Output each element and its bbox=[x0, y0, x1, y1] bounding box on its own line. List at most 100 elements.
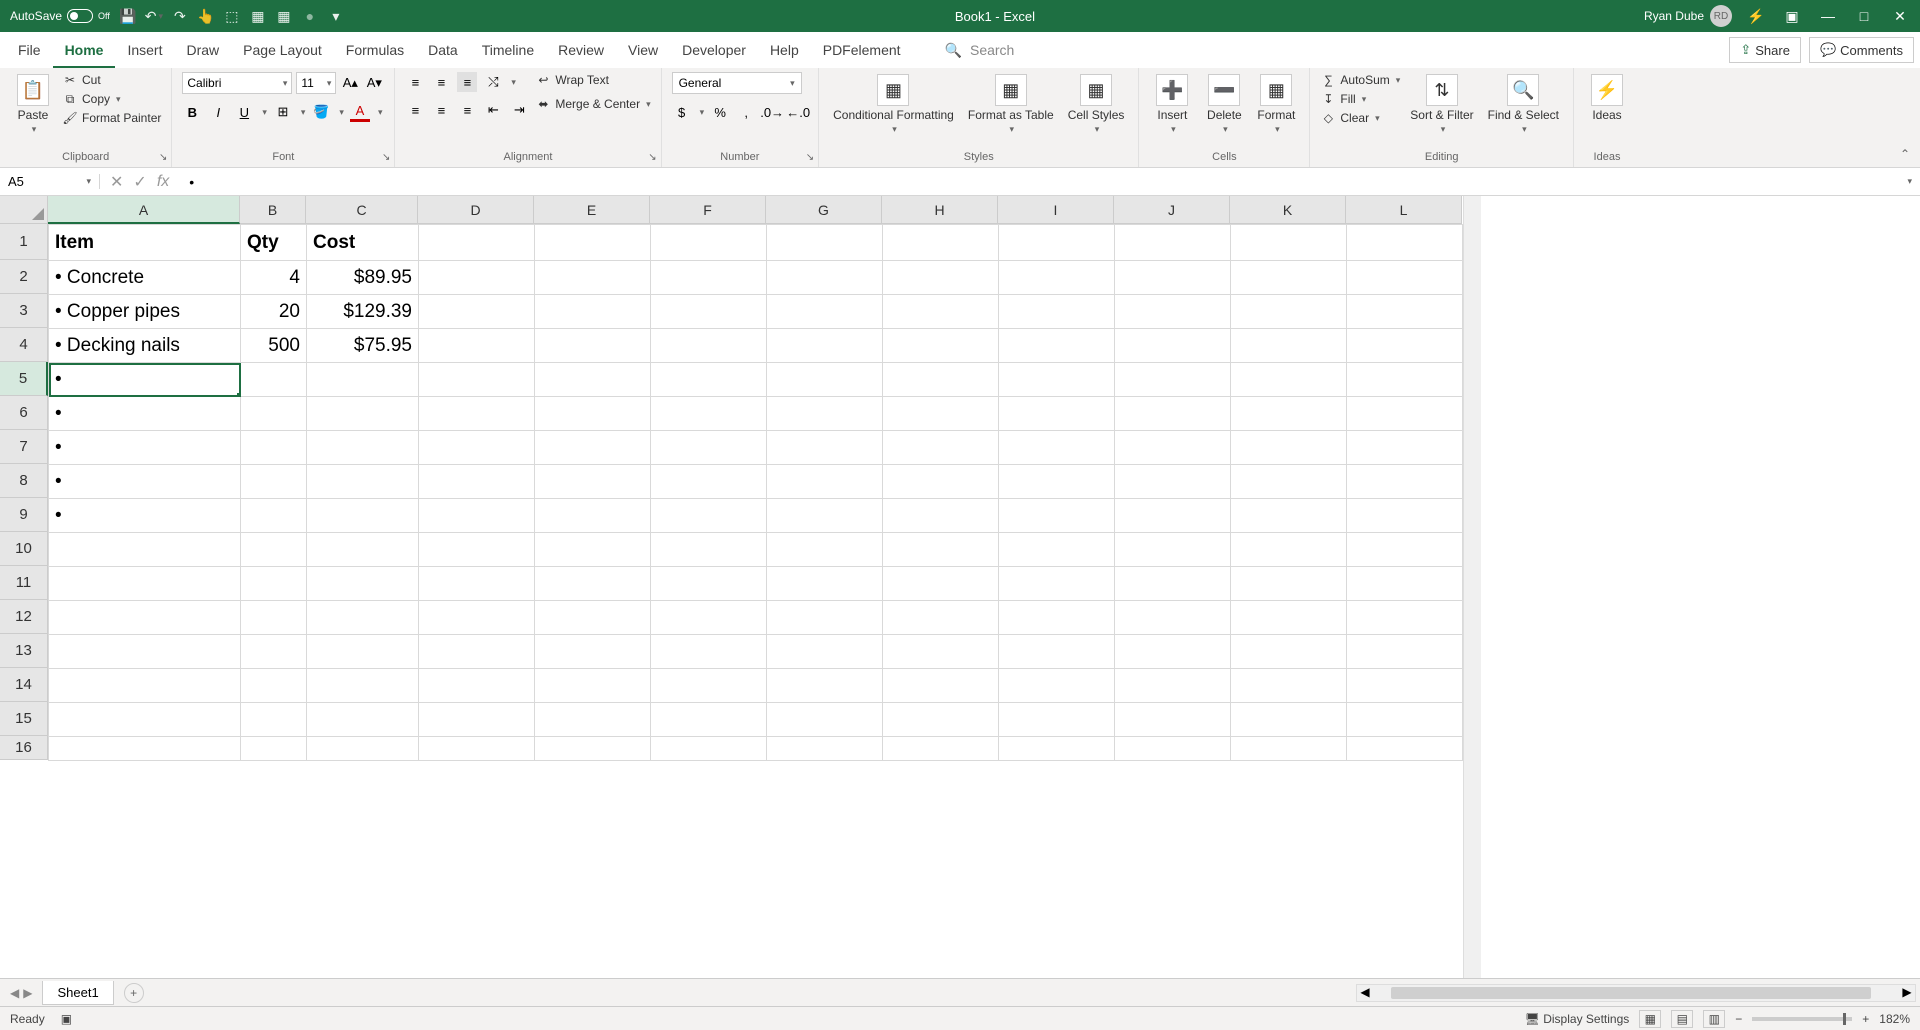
cell-L12[interactable] bbox=[1347, 601, 1463, 635]
cell-J8[interactable] bbox=[1115, 465, 1231, 499]
cell-E11[interactable] bbox=[535, 567, 651, 601]
cell-A16[interactable] bbox=[49, 737, 241, 761]
next-sheet-icon[interactable]: ▶ bbox=[23, 986, 32, 1000]
cell-B15[interactable] bbox=[241, 703, 307, 737]
select-all-corner[interactable] bbox=[0, 196, 48, 224]
cell-K8[interactable] bbox=[1231, 465, 1347, 499]
clear-button[interactable]: ◇Clear▾ bbox=[1320, 110, 1400, 126]
cell-F2[interactable] bbox=[651, 261, 767, 295]
cell-L4[interactable] bbox=[1347, 329, 1463, 363]
cell-K4[interactable] bbox=[1231, 329, 1347, 363]
cell-J1[interactable] bbox=[1115, 225, 1231, 261]
row-header-1[interactable]: 1 bbox=[0, 224, 48, 260]
row-header-16[interactable]: 16 bbox=[0, 736, 48, 760]
increase-decimal-icon[interactable]: .0→ bbox=[762, 102, 782, 122]
display-settings-button[interactable]: 🖥 Display Settings bbox=[1525, 1012, 1630, 1026]
macro-record-icon[interactable]: ▣ bbox=[61, 1012, 72, 1026]
cell-H5[interactable] bbox=[883, 363, 999, 397]
cell-F7[interactable] bbox=[651, 431, 767, 465]
formula-input[interactable]: • bbox=[179, 174, 1897, 190]
column-header-D[interactable]: D bbox=[418, 196, 534, 224]
cell-I6[interactable] bbox=[999, 397, 1115, 431]
cell-L7[interactable] bbox=[1347, 431, 1463, 465]
increase-font-icon[interactable]: A▴ bbox=[340, 73, 360, 93]
cell-E10[interactable] bbox=[535, 533, 651, 567]
cell-C7[interactable] bbox=[307, 431, 419, 465]
column-header-I[interactable]: I bbox=[998, 196, 1114, 224]
cell-A5[interactable]: • bbox=[49, 363, 241, 397]
redo-icon[interactable]: ↷ bbox=[172, 8, 188, 24]
tab-pdfelement[interactable]: PDFelement bbox=[811, 34, 913, 66]
cell-H15[interactable] bbox=[883, 703, 999, 737]
cell-D6[interactable] bbox=[419, 397, 535, 431]
cell-I9[interactable] bbox=[999, 499, 1115, 533]
cell-D1[interactable] bbox=[419, 225, 535, 261]
increase-indent-icon[interactable]: ⇥ bbox=[509, 100, 529, 120]
ribbon-display-icon[interactable]: ⚡ bbox=[1744, 8, 1768, 25]
cell-J14[interactable] bbox=[1115, 669, 1231, 703]
orientation-icon[interactable]: ⤭ bbox=[483, 72, 503, 92]
cell-I14[interactable] bbox=[999, 669, 1115, 703]
cell-E16[interactable] bbox=[535, 737, 651, 761]
cell-A10[interactable] bbox=[49, 533, 241, 567]
cell-G5[interactable] bbox=[767, 363, 883, 397]
zoom-out-button[interactable]: − bbox=[1735, 1012, 1742, 1026]
align-right-icon[interactable]: ≡ bbox=[457, 100, 477, 120]
cell-H4[interactable] bbox=[883, 329, 999, 363]
column-header-E[interactable]: E bbox=[534, 196, 650, 224]
cell-H2[interactable] bbox=[883, 261, 999, 295]
cell-I7[interactable] bbox=[999, 431, 1115, 465]
row-header-9[interactable]: 9 bbox=[0, 498, 48, 532]
column-header-B[interactable]: B bbox=[240, 196, 306, 224]
cell-J7[interactable] bbox=[1115, 431, 1231, 465]
cell-D9[interactable] bbox=[419, 499, 535, 533]
cell-H6[interactable] bbox=[883, 397, 999, 431]
cell-E9[interactable] bbox=[535, 499, 651, 533]
decrease-indent-icon[interactable]: ⇤ bbox=[483, 100, 503, 120]
tab-view[interactable]: View bbox=[616, 34, 670, 66]
prev-sheet-icon[interactable]: ◀ bbox=[10, 986, 19, 1000]
cell-B13[interactable] bbox=[241, 635, 307, 669]
cell-H3[interactable] bbox=[883, 295, 999, 329]
cell-E14[interactable] bbox=[535, 669, 651, 703]
row-header-6[interactable]: 6 bbox=[0, 396, 48, 430]
cell-K11[interactable] bbox=[1231, 567, 1347, 601]
vertical-scrollbar[interactable] bbox=[1463, 196, 1481, 978]
row-header-8[interactable]: 8 bbox=[0, 464, 48, 498]
copy-button[interactable]: ⧉Copy▾ bbox=[62, 91, 161, 107]
cell-I5[interactable] bbox=[999, 363, 1115, 397]
cell-E13[interactable] bbox=[535, 635, 651, 669]
fill-button[interactable]: ↧Fill▾ bbox=[1320, 91, 1400, 107]
cell-C12[interactable] bbox=[307, 601, 419, 635]
cell-G16[interactable] bbox=[767, 737, 883, 761]
cell-I15[interactable] bbox=[999, 703, 1115, 737]
cell-L3[interactable] bbox=[1347, 295, 1463, 329]
cell-D14[interactable] bbox=[419, 669, 535, 703]
cell-L1[interactable] bbox=[1347, 225, 1463, 261]
cell-D11[interactable] bbox=[419, 567, 535, 601]
name-box[interactable]: A5 ▾ bbox=[0, 174, 100, 189]
cell-L2[interactable] bbox=[1347, 261, 1463, 295]
cell-D13[interactable] bbox=[419, 635, 535, 669]
cell-K13[interactable] bbox=[1231, 635, 1347, 669]
autosum-button[interactable]: ∑AutoSum▾ bbox=[1320, 72, 1400, 88]
font-size-combo[interactable]: 11▾ bbox=[296, 72, 336, 94]
customize-qat-icon[interactable]: ▾ bbox=[328, 8, 344, 24]
cell-K14[interactable] bbox=[1231, 669, 1347, 703]
bold-button[interactable]: B bbox=[182, 102, 202, 122]
tab-timeline[interactable]: Timeline bbox=[470, 34, 546, 66]
column-header-C[interactable]: C bbox=[306, 196, 418, 224]
conditional-formatting-button[interactable]: ▦Conditional Formatting▾ bbox=[829, 72, 958, 137]
add-sheet-button[interactable]: + bbox=[124, 983, 144, 1003]
column-header-F[interactable]: F bbox=[650, 196, 766, 224]
cell-I12[interactable] bbox=[999, 601, 1115, 635]
currency-icon[interactable]: $ bbox=[672, 102, 692, 122]
row-header-4[interactable]: 4 bbox=[0, 328, 48, 362]
cell-J3[interactable] bbox=[1115, 295, 1231, 329]
font-name-combo[interactable]: Calibri▾ bbox=[182, 72, 292, 94]
sort-asc-icon[interactable]: ⬚ bbox=[224, 8, 240, 24]
user-account[interactable]: Ryan Dube RD bbox=[1644, 5, 1732, 27]
cell-K1[interactable] bbox=[1231, 225, 1347, 261]
format-painter-button[interactable]: 🖌Format Painter bbox=[62, 110, 161, 126]
cell-J4[interactable] bbox=[1115, 329, 1231, 363]
